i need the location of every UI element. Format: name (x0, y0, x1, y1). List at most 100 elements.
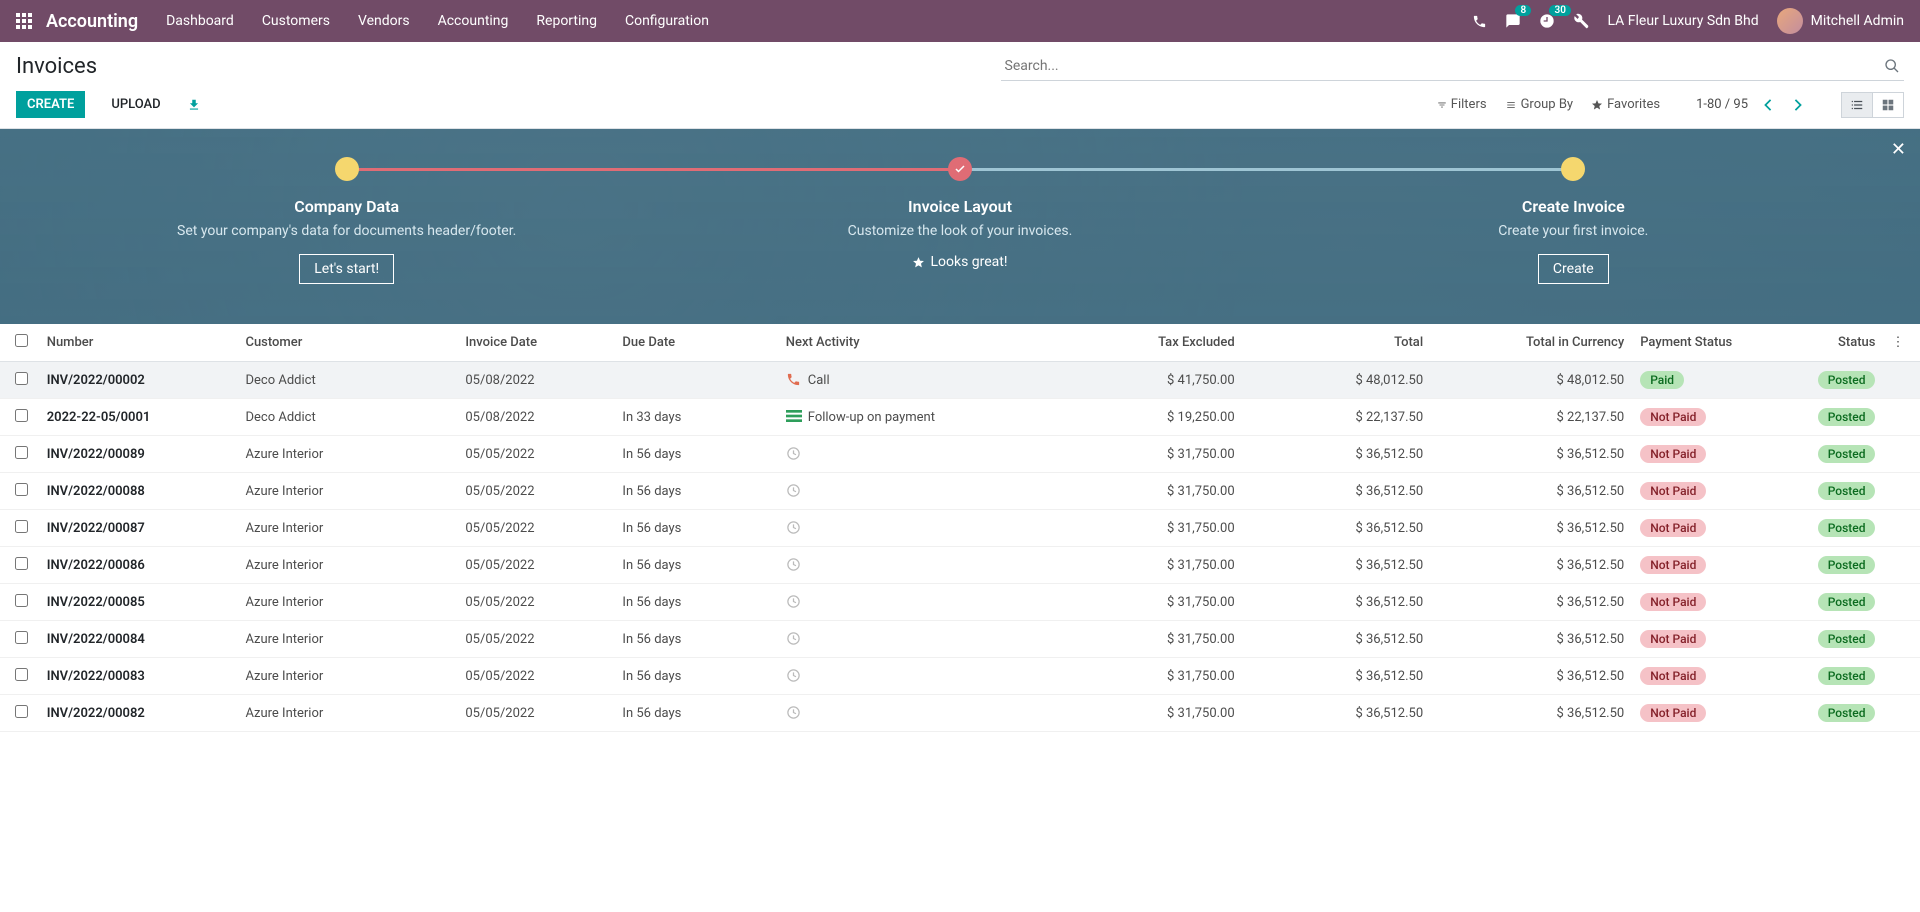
clock-icon (786, 557, 802, 573)
lets-start-button[interactable]: Let's start! (299, 254, 394, 284)
cell-next-activity[interactable] (778, 473, 1054, 510)
nav-reporting[interactable]: Reporting (536, 13, 597, 29)
row-checkbox[interactable] (15, 483, 28, 496)
cell-next-activity[interactable] (778, 436, 1054, 473)
phone-icon[interactable] (1472, 14, 1487, 29)
table-row[interactable]: INV/2022/00089Azure Interior05/05/2022In… (0, 436, 1920, 473)
row-checkbox[interactable] (15, 520, 28, 533)
cell-next-activity[interactable] (778, 547, 1054, 584)
company-selector[interactable]: LA Fleur Luxury Sdn Bhd (1607, 13, 1758, 29)
cell-due-date: In 56 days (614, 658, 777, 695)
cell-invoice-date: 05/05/2022 (457, 584, 614, 621)
col-total-currency[interactable]: Total in Currency (1431, 324, 1632, 362)
view-list-icon[interactable] (1841, 92, 1873, 118)
upload-button[interactable]: UPLOAD (101, 92, 170, 117)
nav-accounting[interactable]: Accounting (438, 13, 509, 29)
activities-icon[interactable]: 30 (1539, 13, 1555, 29)
table-row[interactable]: INV/2022/00082Azure Interior05/05/2022In… (0, 695, 1920, 732)
cell-next-activity[interactable]: Call (778, 362, 1054, 399)
view-kanban-icon[interactable] (1872, 92, 1904, 118)
cell-tax-excluded: $ 31,750.00 (1054, 621, 1242, 658)
step-title: Invoice Layout (653, 197, 1266, 216)
col-due-date[interactable]: Due Date (614, 324, 777, 362)
cell-number: INV/2022/00083 (43, 658, 238, 695)
col-customer[interactable]: Customer (237, 324, 457, 362)
col-tax-excluded[interactable]: Tax Excluded (1054, 324, 1242, 362)
row-checkbox[interactable] (15, 668, 28, 681)
nav-dashboard[interactable]: Dashboard (166, 13, 234, 29)
cell-total: $ 22,137.50 (1243, 399, 1431, 436)
favorites-dropdown[interactable]: Favorites (1591, 97, 1660, 112)
col-number[interactable]: Number (43, 324, 238, 362)
cell-invoice-date: 05/08/2022 (457, 362, 614, 399)
cell-due-date: In 56 days (614, 473, 777, 510)
row-checkbox[interactable] (15, 705, 28, 718)
table-row[interactable]: INV/2022/00002Deco Addict05/08/2022Call$… (0, 362, 1920, 399)
table-row[interactable]: INV/2022/00087Azure Interior05/05/2022In… (0, 510, 1920, 547)
cell-next-activity[interactable] (778, 510, 1054, 547)
cell-customer: Azure Interior (237, 695, 457, 732)
groupby-dropdown[interactable]: Group By (1505, 97, 1574, 112)
messages-icon[interactable]: 8 (1505, 13, 1521, 29)
clock-icon (786, 483, 802, 499)
col-total[interactable]: Total (1243, 324, 1431, 362)
cell-next-activity[interactable]: Follow-up on payment (778, 399, 1054, 436)
row-checkbox[interactable] (15, 557, 28, 570)
upload-icon[interactable] (187, 98, 201, 112)
cell-invoice-date: 05/05/2022 (457, 436, 614, 473)
create-button[interactable]: CREATE (16, 91, 85, 118)
looks-great-label: Looks great! (653, 254, 1266, 270)
pager-value[interactable]: 1-80 / 95 (1696, 97, 1748, 112)
row-checkbox[interactable] (15, 594, 28, 607)
row-checkbox[interactable] (15, 446, 28, 459)
groupby-label: Group By (1521, 97, 1574, 112)
cell-payment-status: Paid (1632, 362, 1770, 399)
pager-prev-icon[interactable] (1758, 95, 1778, 115)
cell-tax-excluded: $ 31,750.00 (1054, 510, 1242, 547)
nav-customers[interactable]: Customers (262, 13, 330, 29)
filters-dropdown[interactable]: Filters (1437, 97, 1487, 112)
row-checkbox[interactable] (15, 372, 28, 385)
cell-payment-status: Not Paid (1632, 547, 1770, 584)
cell-payment-status: Not Paid (1632, 510, 1770, 547)
status-badge: Posted (1818, 704, 1876, 722)
col-payment-status[interactable]: Payment Status (1632, 324, 1770, 362)
table-row[interactable]: INV/2022/00084Azure Interior05/05/2022In… (0, 621, 1920, 658)
search-input[interactable] (1001, 52, 1880, 80)
cell-invoice-date: 05/05/2022 (457, 510, 614, 547)
cell-customer: Azure Interior (237, 584, 457, 621)
payment-status-badge: Not Paid (1640, 519, 1706, 537)
cell-payment-status: Not Paid (1632, 695, 1770, 732)
cell-next-activity[interactable] (778, 621, 1054, 658)
status-badge: Posted (1818, 482, 1876, 500)
select-all-checkbox[interactable] (15, 334, 28, 347)
table-row[interactable]: INV/2022/00083Azure Interior05/05/2022In… (0, 658, 1920, 695)
cell-next-activity[interactable] (778, 658, 1054, 695)
col-next-activity[interactable]: Next Activity (778, 324, 1054, 362)
table-row[interactable]: INV/2022/00088Azure Interior05/05/2022In… (0, 473, 1920, 510)
cell-customer: Azure Interior (237, 621, 457, 658)
table-row[interactable]: 2022-22-05/0001Deco Addict05/08/2022In 3… (0, 399, 1920, 436)
search-icon[interactable] (1880, 54, 1904, 78)
cell-total-currency: $ 36,512.50 (1431, 547, 1632, 584)
col-status[interactable]: Status (1770, 324, 1883, 362)
cell-next-activity[interactable] (778, 584, 1054, 621)
nav-vendors[interactable]: Vendors (358, 13, 410, 29)
settings-icon[interactable] (1573, 13, 1589, 29)
row-checkbox[interactable] (15, 409, 28, 422)
app-brand[interactable]: Accounting (46, 11, 138, 32)
user-menu[interactable]: Mitchell Admin (1777, 8, 1904, 34)
cell-status: Posted (1770, 658, 1883, 695)
create-invoice-button[interactable]: Create (1538, 254, 1609, 284)
onboarding-close-icon[interactable]: ✕ (1891, 139, 1906, 160)
row-checkbox[interactable] (15, 631, 28, 644)
nav-configuration[interactable]: Configuration (625, 13, 709, 29)
table-row[interactable]: INV/2022/00086Azure Interior05/05/2022In… (0, 547, 1920, 584)
col-options-icon[interactable]: ⋮ (1883, 324, 1920, 362)
cell-invoice-date: 05/05/2022 (457, 695, 614, 732)
table-row[interactable]: INV/2022/00085Azure Interior05/05/2022In… (0, 584, 1920, 621)
pager-next-icon[interactable] (1788, 95, 1808, 115)
apps-menu-icon[interactable] (16, 13, 32, 29)
col-invoice-date[interactable]: Invoice Date (457, 324, 614, 362)
cell-next-activity[interactable] (778, 695, 1054, 732)
